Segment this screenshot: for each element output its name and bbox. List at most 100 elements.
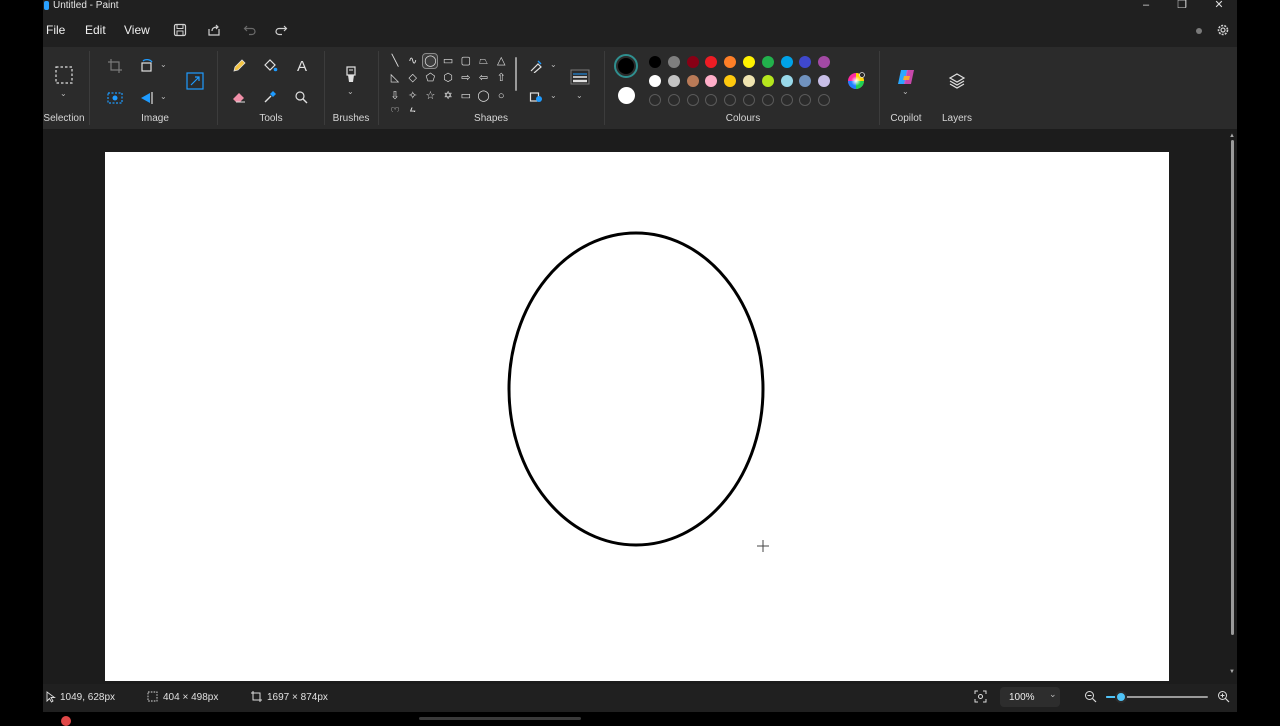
shape-arrow-up-icon[interactable]: ⇧ xyxy=(494,71,508,85)
colour-swatch[interactable] xyxy=(705,75,718,87)
redo-icon[interactable] xyxy=(274,23,288,37)
custom-colour-slot[interactable] xyxy=(686,94,699,106)
shape-right-triangle-icon[interactable]: ◺ xyxy=(388,71,402,85)
selection-rectangle-icon[interactable] xyxy=(55,66,73,84)
colour-swatch[interactable] xyxy=(743,56,755,68)
colour-swatch[interactable] xyxy=(818,75,831,87)
share-icon[interactable] xyxy=(207,23,221,37)
custom-colour-slot[interactable] xyxy=(705,94,718,106)
fill-dropdown-chevron-icon[interactable]: ⌄ xyxy=(550,91,557,100)
shape-heart-icon[interactable]: ♡ xyxy=(388,106,402,112)
taskbar-app-icon[interactable] xyxy=(61,716,71,726)
shape-star-five-icon[interactable]: ☆ xyxy=(423,89,437,103)
fill-bucket-icon[interactable] xyxy=(262,58,278,74)
custom-colour-slot[interactable] xyxy=(743,94,755,106)
colour-swatch[interactable] xyxy=(799,56,812,68)
rotate-icon[interactable] xyxy=(139,58,155,74)
scroll-down-arrow-icon[interactable]: ▼ xyxy=(1229,669,1235,675)
shape-lightning-icon[interactable]: ϟ xyxy=(406,106,420,112)
settings-gear-icon[interactable] xyxy=(1216,23,1230,37)
copilot-icon[interactable] xyxy=(896,67,916,87)
shape-callout-oval-icon[interactable]: ◯ xyxy=(477,89,491,103)
zoom-slider[interactable] xyxy=(1106,691,1208,703)
custom-colour-slot[interactable] xyxy=(780,94,793,106)
zoom-in-icon[interactable] xyxy=(1217,690,1230,703)
shape-fill-icon[interactable] xyxy=(529,90,543,104)
colour-swatch[interactable] xyxy=(780,56,793,68)
text-tool-icon[interactable]: A xyxy=(293,57,311,75)
shape-rounded-rectangle-icon[interactable]: ▢ xyxy=(459,54,473,68)
colour-swatch[interactable] xyxy=(705,56,718,68)
colour-swatch[interactable] xyxy=(818,56,831,68)
colour-swatch[interactable] xyxy=(743,75,755,87)
colour-swatch[interactable] xyxy=(686,56,699,68)
custom-colour-slot[interactable] xyxy=(724,94,737,106)
colour-swatch[interactable] xyxy=(761,56,774,68)
shape-oval-icon[interactable]: ◯ xyxy=(422,53,439,69)
magnifier-icon[interactable] xyxy=(294,90,308,104)
shape-star-four-icon[interactable]: ✧ xyxy=(406,89,420,103)
colour-swatch[interactable] xyxy=(649,56,661,68)
secondary-colour-swatch[interactable] xyxy=(618,87,635,104)
rotate-dropdown-chevron-icon[interactable]: ⌄ xyxy=(160,60,167,69)
flip-icon[interactable] xyxy=(139,90,155,106)
colour-swatch[interactable] xyxy=(667,56,680,68)
custom-colour-slot[interactable] xyxy=(761,94,774,106)
colour-swatch[interactable] xyxy=(799,75,812,87)
zoom-dropdown[interactable]: 100% ⌄ xyxy=(1000,687,1060,707)
custom-colour-slot[interactable] xyxy=(818,94,831,106)
minimize-button[interactable]: – xyxy=(1131,0,1161,12)
stroke-size-icon[interactable] xyxy=(570,69,590,85)
resize-image-icon[interactable] xyxy=(185,71,205,91)
layers-icon[interactable] xyxy=(948,72,966,90)
shape-arrow-right-icon[interactable]: ⇨ xyxy=(459,71,473,85)
pencil-icon[interactable] xyxy=(231,58,247,74)
crop-icon[interactable] xyxy=(107,58,123,74)
shape-diamond-icon[interactable]: ◇ xyxy=(406,71,420,85)
outline-dropdown-chevron-icon[interactable]: ⌄ xyxy=(550,60,557,69)
custom-colour-slot[interactable] xyxy=(799,94,812,106)
menu-edit[interactable]: Edit xyxy=(85,23,106,37)
custom-colour-slot[interactable] xyxy=(667,94,680,106)
shape-arrow-left-icon[interactable]: ⇦ xyxy=(477,71,491,85)
drawn-ellipse[interactable] xyxy=(507,231,765,547)
restore-button[interactable]: ❐ xyxy=(1167,0,1197,12)
stroke-size-dropdown-chevron-icon[interactable]: ⌄ xyxy=(576,91,583,100)
fit-to-window-icon[interactable] xyxy=(974,690,987,703)
menu-file[interactable]: File xyxy=(46,23,65,37)
shape-callout-rounded-icon[interactable]: ▭ xyxy=(459,89,473,103)
zoom-slider-thumb[interactable] xyxy=(1115,691,1128,703)
shapes-scrollbar[interactable] xyxy=(515,57,517,91)
shape-polygon-icon[interactable]: ⏢ xyxy=(477,54,491,68)
drawing-canvas[interactable] xyxy=(105,152,1169,681)
edit-colours-icon[interactable] xyxy=(846,71,866,91)
close-button[interactable]: ✕ xyxy=(1204,0,1234,12)
shape-line-icon[interactable]: ╲ xyxy=(388,54,402,68)
vertical-scrollbar[interactable] xyxy=(1231,140,1234,635)
colour-swatch[interactable] xyxy=(761,75,774,87)
shape-triangle-icon[interactable]: △ xyxy=(494,54,508,68)
selection-dropdown-chevron-icon[interactable]: ⌄ xyxy=(60,89,67,98)
account-icon[interactable] xyxy=(1194,26,1204,36)
menu-view[interactable]: View xyxy=(124,23,150,37)
zoom-out-icon[interactable] xyxy=(1084,690,1097,703)
shape-callout-cloud-icon[interactable]: ○ xyxy=(494,89,508,103)
brushes-dropdown-chevron-icon[interactable]: ⌄ xyxy=(347,87,354,96)
shape-arrow-down-icon[interactable]: ⇩ xyxy=(388,89,402,103)
colour-swatch[interactable] xyxy=(724,56,737,68)
colour-swatch[interactable] xyxy=(667,75,680,87)
flip-dropdown-chevron-icon[interactable]: ⌄ xyxy=(160,92,167,101)
primary-colour-selector[interactable] xyxy=(614,54,638,78)
scroll-up-arrow-icon[interactable]: ▲ xyxy=(1229,133,1235,139)
custom-colour-slot[interactable] xyxy=(649,94,661,106)
eraser-icon[interactable] xyxy=(231,89,247,105)
outline-icon[interactable] xyxy=(529,59,543,73)
save-icon[interactable] xyxy=(173,23,187,37)
shape-pentagon-icon[interactable]: ⬠ xyxy=(423,71,437,85)
shape-curve-icon[interactable]: ∿ xyxy=(406,54,420,68)
shape-hexagon-icon[interactable]: ⬡ xyxy=(441,71,455,85)
shape-rectangle-icon[interactable]: ▭ xyxy=(441,54,455,68)
shape-star-six-icon[interactable]: ✡ xyxy=(441,89,455,103)
undo-icon[interactable] xyxy=(243,23,257,37)
remove-background-icon[interactable] xyxy=(107,90,123,106)
